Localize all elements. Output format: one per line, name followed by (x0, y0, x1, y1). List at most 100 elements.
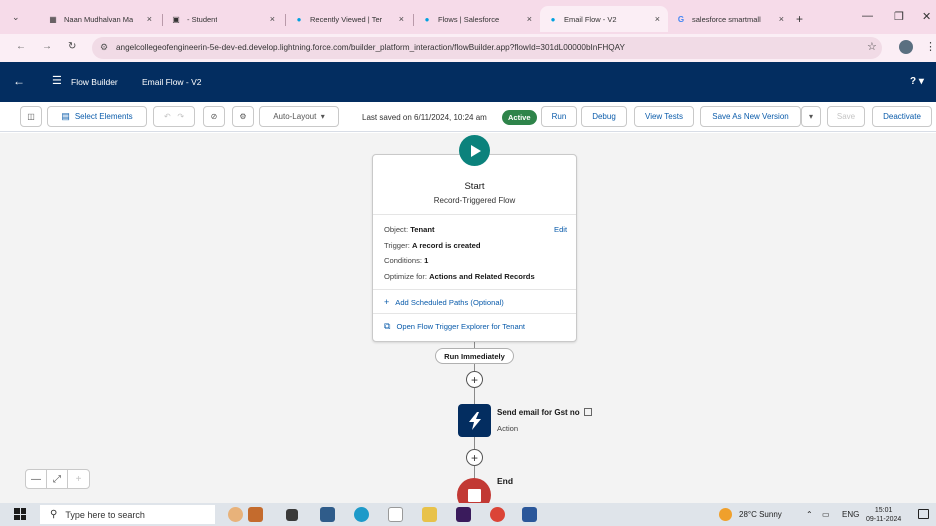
browser-tab-google-search[interactable]: G salesforce smartmall × (668, 6, 792, 32)
action-node-type: Action (497, 424, 519, 433)
open-trigger-explorer-link[interactable]: ⧉ Open Flow Trigger Explorer for Tenant (384, 321, 525, 332)
undo-redo-group[interactable]: ↶ ↷ (153, 106, 195, 127)
add-scheduled-paths-link[interactable]: + Add Scheduled Paths (Optional) (384, 297, 504, 307)
close-icon[interactable]: × (147, 14, 152, 24)
file-explorer-icon[interactable] (422, 507, 437, 522)
language-indicator[interactable]: ENG (842, 510, 859, 519)
network-icon[interactable]: ▭ (822, 510, 830, 519)
address-bar: ← → ↻ ⚙ angelcollegeofengineerin-5e-dev-… (0, 34, 936, 62)
window-close-icon[interactable]: ✕ (922, 10, 931, 23)
run-immediately-path[interactable]: Run Immediately (435, 348, 514, 364)
news-app-icon[interactable] (248, 507, 263, 522)
save-button[interactable]: Save (827, 106, 865, 127)
tab-search-chevron-icon[interactable]: ⌄ (12, 12, 20, 23)
connector-line (474, 388, 475, 404)
new-tab-plus-icon[interactable]: + (796, 12, 803, 26)
no-entry-icon: ⊘ (210, 112, 218, 121)
taskbar-search[interactable]: ⚲ Type here to search (40, 505, 215, 524)
zoom-out-icon[interactable]: — (26, 470, 47, 488)
description-icon[interactable] (583, 408, 592, 416)
browser-tab-naan-mudhalvan[interactable]: ▦ Naan Mudhalvan Ma × (40, 6, 160, 32)
fit-view-icon[interactable]: ⤢ (47, 470, 68, 488)
search-highlight-icon[interactable] (228, 507, 243, 522)
action-node-icon[interactable] (458, 404, 491, 437)
site-settings-icon[interactable]: ⚙ (100, 42, 108, 53)
back-arrow-icon[interactable]: ← (13, 74, 25, 88)
tray-expand-icon[interactable]: ⌃ (806, 510, 813, 519)
close-icon[interactable]: × (655, 14, 660, 24)
layout-select[interactable]: Auto-Layout ▾ (259, 106, 339, 127)
chrome-icon[interactable] (490, 507, 505, 522)
profile-avatar[interactable] (899, 40, 913, 54)
browser-tab-flows[interactable]: ● Flows | Salesforce × (414, 6, 540, 32)
play-icon (470, 144, 481, 157)
edge-browser-icon[interactable] (354, 507, 369, 522)
redo-icon[interactable]: ↷ (177, 112, 184, 121)
add-element-button[interactable]: + (466, 449, 483, 466)
select-elements-button[interactable]: ▤ Select Elements (47, 106, 147, 127)
end-node[interactable] (457, 478, 491, 503)
plus-icon: + (470, 450, 478, 465)
save-options-dropdown[interactable]: ▾ (801, 106, 821, 127)
weather-text[interactable]: 28°C Sunny (739, 510, 782, 519)
toggle-panel-button[interactable]: ◫ (20, 106, 42, 127)
bookmark-star-icon[interactable]: ☆ (867, 40, 877, 53)
divider (373, 289, 576, 290)
run-button[interactable]: Run (541, 106, 577, 127)
end-label: End (497, 476, 514, 486)
flow-builder-header: ← ☰ Flow Builder Email Flow - V2 ? ▾ (0, 62, 936, 102)
browser-tab-recently-viewed[interactable]: ● Recently Viewed | Ter × (286, 6, 412, 32)
divider (373, 214, 576, 215)
trigger-details: Object: Tenant Trigger: A record is crea… (384, 225, 569, 287)
word-icon[interactable] (522, 507, 537, 522)
google-icon: G (677, 14, 685, 24)
browser-tab-strip: ⌄ ▦ Naan Mudhalvan Ma × ▣ - Student × ● … (0, 0, 936, 34)
salesforce-cloud-icon: ● (296, 14, 302, 24)
close-icon[interactable]: × (399, 14, 404, 24)
help-menu[interactable]: ? ▾ (910, 76, 924, 87)
restore-icon[interactable]: ❐ (894, 10, 904, 23)
debug-button[interactable]: Debug (581, 106, 627, 127)
weather-sun-icon[interactable] (719, 508, 732, 521)
browser-tab-email-flow[interactable]: ● Email Flow - V2 × (540, 6, 668, 32)
add-element-button[interactable]: + (466, 371, 483, 388)
file-icon[interactable] (388, 507, 403, 522)
taskbar-clock[interactable]: 15:01 09-11-2024 (866, 506, 901, 524)
forward-arrow-icon[interactable]: → (42, 41, 52, 52)
search-icon: ⚲ (50, 509, 58, 520)
back-arrow-icon[interactable]: ← (16, 41, 26, 52)
premiere-icon[interactable] (456, 507, 471, 522)
url-field[interactable]: ⚙ angelcollegeofengineerin-5e-dev-ed.dev… (92, 37, 882, 59)
close-icon[interactable]: × (527, 14, 532, 24)
view-tests-button[interactable]: View Tests (634, 106, 694, 127)
errors-button[interactable]: ⊘ (203, 106, 225, 127)
action-node-label[interactable]: Send email for Gst no (497, 408, 592, 417)
notification-icon[interactable] (918, 509, 929, 519)
close-icon[interactable]: × (779, 14, 784, 24)
panel-icon: ◫ (27, 112, 35, 121)
plus-icon: + (470, 372, 478, 387)
app-name: Flow Builder (71, 77, 118, 87)
minimize-icon[interactable]: — (862, 10, 873, 22)
conditions-row: Conditions: 1 (384, 256, 429, 265)
browser-tab-student[interactable]: ▣ - Student × (163, 6, 283, 32)
windows-taskbar: ⚲ Type here to search 28°C Sunny ⌃ ▭ ENG… (0, 503, 936, 526)
browser-menu-icon[interactable]: ⋮ (925, 40, 936, 53)
start-node[interactable] (459, 135, 490, 166)
close-icon[interactable]: × (270, 14, 275, 24)
calculator-icon[interactable] (320, 507, 335, 522)
flow-toolbar: ◫ ▤ Select Elements ↶ ↷ ⊘ ⚙ Auto-Layout … (0, 102, 936, 132)
undo-icon[interactable]: ↶ (164, 112, 171, 121)
plus-icon: + (384, 297, 390, 307)
zoom-controls: — ⤢ + (25, 469, 90, 489)
task-view-icon[interactable] (286, 509, 298, 521)
flow-canvas[interactable]: Start Record-Triggered Flow Edit Object:… (0, 133, 936, 503)
zoom-in-icon[interactable]: + (68, 470, 89, 488)
deactivate-button[interactable]: Deactivate (872, 106, 932, 127)
start-card[interactable]: Start Record-Triggered Flow Edit Object:… (372, 154, 577, 342)
save-as-new-version-button[interactable]: Save As New Version (700, 106, 801, 127)
reload-icon[interactable]: ↻ (68, 41, 76, 52)
windows-start-icon[interactable] (14, 508, 26, 520)
lightning-bolt-icon (468, 411, 481, 430)
settings-button[interactable]: ⚙ (232, 106, 254, 127)
